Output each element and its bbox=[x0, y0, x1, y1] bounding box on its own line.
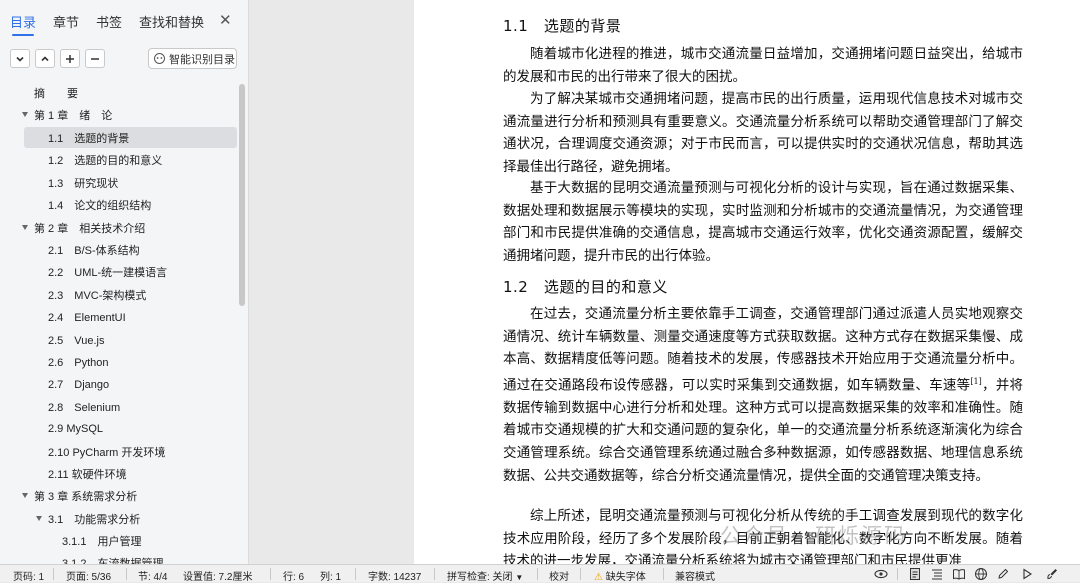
chevron-down-icon[interactable] bbox=[10, 49, 30, 68]
citation-ref: [1] bbox=[970, 376, 982, 386]
toc-item[interactable]: 第 3 章 系统需求分析 bbox=[22, 485, 137, 506]
toc-scrollbar[interactable] bbox=[239, 84, 245, 306]
read-mode-icon[interactable] bbox=[952, 567, 966, 581]
toc-toolbar bbox=[10, 49, 105, 68]
paragraph: 随着城市化进程的推进，城市交通流量日益增加，交通拥堵问题日益突出，给城市的发展和… bbox=[503, 46, 1023, 85]
toc-item[interactable]: 2.2 UML-统一建模语言 bbox=[48, 261, 167, 282]
toc-item[interactable]: 第 2 章 相关技术介绍 bbox=[22, 217, 145, 238]
expand-caret-icon[interactable] bbox=[22, 493, 28, 498]
document-page[interactable]: 1.1 选题的背景 随着城市化进程的推进，城市交通流量日益增加，交通拥堵问题日益… bbox=[414, 0, 1080, 564]
status-spellcheck[interactable]: 拼写检查: 关闭 ▼ bbox=[447, 568, 523, 583]
minus-icon[interactable] bbox=[85, 49, 105, 68]
web-view-icon[interactable] bbox=[974, 567, 988, 581]
section-heading: 1.1 选题的背景 bbox=[503, 17, 622, 35]
page-gutter bbox=[250, 0, 413, 564]
tab-toc[interactable]: 目录 bbox=[10, 12, 36, 36]
chevron-up-icon[interactable] bbox=[35, 49, 55, 68]
toc-item[interactable]: 2.1 B/S-体系结构 bbox=[48, 239, 140, 260]
outline-view-icon[interactable] bbox=[930, 567, 944, 581]
page-view-icon[interactable] bbox=[908, 567, 922, 581]
plus-icon[interactable] bbox=[60, 49, 80, 68]
navigation-pane: 目录 章节 书签 查找和替换 ✕ 智能识别目录 摘 要 第 1 章 绪 论 1.… bbox=[0, 0, 249, 564]
chevron-down-icon: ▼ bbox=[515, 573, 524, 582]
tab-bookmarks[interactable]: 书签 bbox=[96, 12, 122, 31]
tab-find-replace[interactable]: 查找和替换 bbox=[139, 12, 204, 31]
warning-icon: ⚠ bbox=[594, 572, 603, 583]
toc-item[interactable]: 2.9 MySQL bbox=[48, 418, 103, 439]
status-compat-mode[interactable]: 兼容模式 bbox=[675, 568, 715, 583]
status-setting-value[interactable]: 设置值: 7.2厘米 bbox=[183, 568, 252, 583]
status-proofread[interactable]: 校对 bbox=[549, 568, 569, 583]
toc-item[interactable]: 2.10 PyCharm 开发环境 bbox=[48, 441, 165, 462]
toc-item[interactable]: 2.8 Selenium bbox=[48, 396, 120, 417]
toc-item[interactable]: 摘 要 bbox=[34, 82, 78, 103]
toc-item[interactable]: 1.2 选题的目的和意义 bbox=[48, 149, 162, 170]
paragraph: 在过去，交通流量分析主要依靠手工调查，交通管理部门通过派遣人员实地观察交通情况、… bbox=[503, 306, 1024, 484]
toc-item[interactable]: 1.3 研究现状 bbox=[48, 172, 118, 193]
status-missing-font[interactable]: ⚠ 缺失字体 bbox=[594, 568, 646, 583]
toc-item[interactable]: 2.5 Vue.js bbox=[48, 329, 104, 350]
paragraph: 为了解决某城市交通拥堵问题，提高市民的出行质量，运用现代信息技术对城市交通流量进… bbox=[503, 91, 1023, 175]
expand-caret-icon[interactable] bbox=[22, 112, 28, 117]
close-icon[interactable]: ✕ bbox=[219, 11, 232, 29]
toc-item[interactable]: 2.6 Python bbox=[48, 351, 109, 372]
eye-icon[interactable] bbox=[874, 567, 888, 581]
toc-item[interactable]: 2.11 软硬件环境 bbox=[48, 463, 127, 484]
watermark: 公众号 · 研烁源码 bbox=[720, 524, 908, 548]
toc-item[interactable]: 2.7 Django bbox=[48, 373, 109, 394]
smart-toc-label: 智能识别目录 bbox=[169, 53, 235, 66]
toc-item[interactable]: 1.4 论文的组织结构 bbox=[48, 194, 151, 215]
expand-caret-icon[interactable] bbox=[36, 516, 42, 521]
status-bar: 页码: 1 页面: 5/36 节: 4/4 设置值: 7.2厘米 行: 6 列:… bbox=[0, 564, 1080, 583]
nav-tabs: 目录 章节 书签 查找和替换 bbox=[10, 12, 221, 36]
toc-item[interactable]: 3.1.1 用户管理 bbox=[62, 530, 141, 551]
status-row[interactable]: 行: 6 bbox=[283, 568, 304, 583]
status-section[interactable]: 节: 4/4 bbox=[138, 568, 167, 583]
tab-chapters[interactable]: 章节 bbox=[53, 12, 79, 31]
section-heading: 1.2 选题的目的和意义 bbox=[503, 278, 668, 296]
toc-item-selected[interactable]: 1.1 选题的背景 bbox=[24, 127, 237, 148]
status-wordcount[interactable]: 字数: 14237 bbox=[368, 568, 421, 583]
play-icon[interactable] bbox=[1020, 567, 1034, 581]
toc-item[interactable]: 2.4 ElementUI bbox=[48, 306, 126, 327]
edit-pen-icon[interactable] bbox=[996, 567, 1010, 581]
status-page-code[interactable]: 页码: 1 bbox=[13, 568, 44, 583]
toc-item[interactable]: 3.1 功能需求分析 bbox=[36, 508, 140, 529]
paragraph: 基于大数据的昆明交通流量预测与可视化分析的设计与实现，旨在通过数据采集、数据处理… bbox=[503, 180, 1023, 264]
expand-caret-icon[interactable] bbox=[22, 225, 28, 230]
smart-recognize-icon bbox=[154, 53, 165, 64]
toc-tree: 摘 要 第 1 章 绪 论 1.1 选题的背景 1.2 选题的目的和意义 1.3… bbox=[0, 80, 240, 564]
toc-item[interactable]: 3.1.2 车流数据管理 bbox=[62, 552, 163, 565]
brush-icon[interactable] bbox=[1045, 567, 1059, 581]
toc-item[interactable]: 2.3 MVC-架构模式 bbox=[48, 284, 146, 305]
status-column[interactable]: 列: 1 bbox=[320, 568, 341, 583]
smart-toc-button[interactable]: 智能识别目录 bbox=[148, 48, 237, 69]
status-page[interactable]: 页面: 5/36 bbox=[66, 568, 111, 583]
toc-item[interactable]: 第 1 章 绪 论 bbox=[22, 104, 112, 125]
